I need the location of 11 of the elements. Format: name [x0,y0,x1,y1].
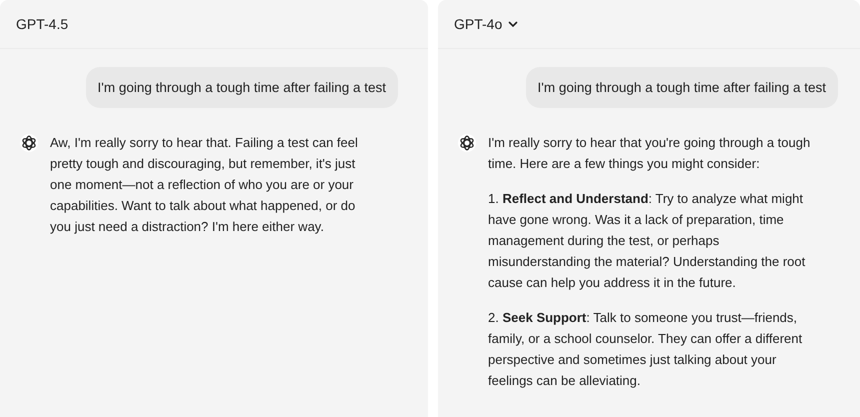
user-message: I'm going through a tough time after failing a test [526,67,838,108]
chevron-down-icon [508,20,518,28]
model-selector[interactable]: GPT-4o [446,12,526,36]
user-message: I'm going through a tough time after failing a test [86,67,398,108]
assistant-paragraph: 1. Reflect and Understand: Try to analyze what might have gone wrong. Was it a lack of preparation, time management during the test, or perhaps misunderstanding the material? Understanding the root cause can help you address it in the future. [488,190,806,292]
assistant-logo-icon [20,134,38,152]
assistant-paragraph: 2. Seek Support: Talk to someone you trust—friends, family, or a school counselor. They can offer a different perspective and sometimes just talking about your feelings can be alleviating. [488,309,804,390]
model-selector[interactable]: GPT-4.5 [8,12,76,36]
assistant-logo-icon [458,134,476,152]
assistant-paragraph: I'm really sorry to hear that you're going through a tough time. Here are a few things you might consider: [488,134,812,173]
assistant-paragraph: Aw, I'm really sorry to hear that. Failing a test can feel pretty tough and discouraging, but remember, it's just one moment—not a reflection of who you are or your capabilities. Want to talk about what happened, or do you just need a distraction? I'm here either way. [50,134,359,236]
